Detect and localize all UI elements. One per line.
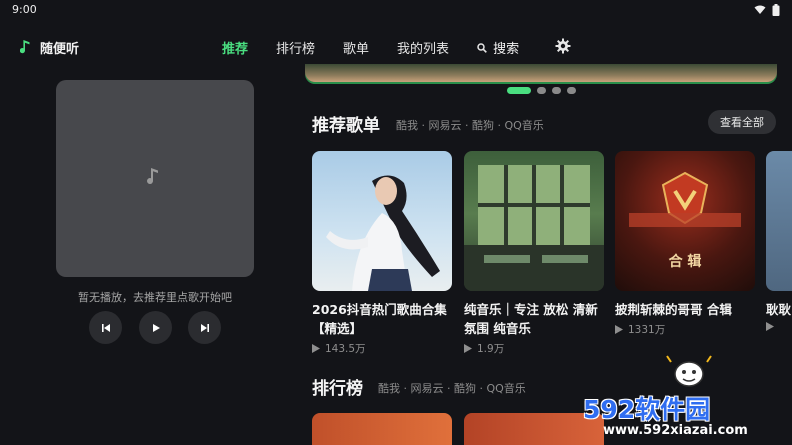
app-brand[interactable]: 随便听 bbox=[20, 38, 79, 57]
search-icon bbox=[477, 42, 487, 53]
playlist-title: 纯音乐｜专注 放松 清新 氛围 纯音乐 bbox=[464, 302, 598, 336]
status-bar: 9:00 bbox=[0, 0, 792, 20]
play-count-icon bbox=[464, 344, 472, 353]
next-button[interactable] bbox=[188, 311, 221, 344]
play-count-icon bbox=[312, 344, 320, 353]
chart-list bbox=[312, 413, 604, 445]
search-label: 搜索 bbox=[493, 42, 520, 57]
playlist-cover bbox=[766, 151, 792, 291]
playlist-title: 耿耿 bbox=[766, 302, 792, 317]
now-playing-artwork bbox=[56, 80, 254, 277]
battery-icon bbox=[772, 4, 780, 16]
banner-dot[interactable] bbox=[507, 87, 531, 94]
status-icons bbox=[754, 4, 780, 16]
play-count: 1331万 bbox=[628, 324, 666, 336]
banner-dot[interactable] bbox=[567, 87, 576, 94]
banner-dot[interactable] bbox=[552, 87, 561, 94]
view-all-button[interactable]: 查看全部 bbox=[708, 110, 776, 134]
status-time: 9:00 bbox=[12, 3, 37, 16]
playlist-cover bbox=[464, 151, 604, 291]
section-title-playlists: 推荐歌单 bbox=[312, 116, 380, 136]
playlist-card[interactable]: 耿耿 bbox=[766, 151, 792, 331]
chart-card[interactable] bbox=[312, 413, 452, 445]
chart-card[interactable] bbox=[464, 413, 604, 445]
skip-next-icon bbox=[200, 323, 209, 332]
play-count-icon bbox=[766, 322, 774, 331]
playlist-plays: 143.5万 bbox=[312, 341, 452, 356]
section-sources-charts: 酷我 · 网易云 · 酷狗 · QQ音乐 bbox=[378, 382, 526, 395]
playlist-cover bbox=[312, 151, 452, 291]
empty-playback-message: 暂无播放，去推荐里点歌开始吧 bbox=[78, 291, 232, 304]
playlist-cover: 合 辑 bbox=[615, 151, 755, 291]
wifi-icon bbox=[754, 5, 766, 14]
skip-previous-icon bbox=[101, 323, 110, 332]
app-name: 随便听 bbox=[40, 42, 80, 57]
search-button[interactable]: 搜索 bbox=[477, 38, 519, 57]
playlist-card[interactable]: 2026抖音热门歌曲合集【精选】 143.5万 bbox=[312, 151, 452, 356]
tab-charts[interactable]: 排行榜 bbox=[276, 38, 315, 57]
music-note-icon bbox=[147, 168, 158, 185]
top-navigation: 随便听 推荐 排行榜 歌单 我的列表 搜索 bbox=[0, 30, 792, 64]
playlist-plays: 1.9万 bbox=[464, 341, 604, 356]
playback-controls bbox=[89, 311, 223, 345]
previous-button[interactable] bbox=[89, 311, 122, 344]
banner-carousel[interactable] bbox=[305, 64, 777, 82]
section-sources-playlists: 酷我 · 网易云 · 酷狗 · QQ音乐 bbox=[396, 119, 544, 132]
tab-my-list[interactable]: 我的列表 bbox=[397, 38, 449, 57]
playlist-title: 2026抖音热门歌曲合集【精选】 bbox=[312, 302, 447, 336]
playlist-plays: 1331万 bbox=[615, 322, 755, 337]
playlist-card[interactable]: 纯音乐｜专注 放松 清新 氛围 纯音乐 1.9万 bbox=[464, 151, 604, 356]
cover-caption: 合 辑 bbox=[668, 254, 702, 270]
play-button[interactable] bbox=[139, 311, 172, 344]
tab-recommend[interactable]: 推荐 bbox=[222, 38, 248, 57]
playlist-card[interactable]: 合 辑 披荆斩棘的哥哥 合辑 1331万 bbox=[615, 151, 755, 337]
main-content: 推荐歌单 酷我 · 网易云 · 酷狗 · QQ音乐 查看全部 2026抖音热门歌… bbox=[300, 64, 792, 445]
playlist-plays bbox=[766, 322, 792, 331]
main-tabs: 推荐 排行榜 歌单 我的列表 搜索 bbox=[222, 38, 545, 57]
cover-classroom-illustration bbox=[464, 165, 604, 291]
tab-playlists[interactable]: 歌单 bbox=[343, 38, 369, 57]
music-note-icon bbox=[20, 40, 30, 54]
playlist-title: 披荆斩棘的哥哥 合辑 bbox=[615, 302, 732, 317]
play-count: 143.5万 bbox=[325, 343, 366, 355]
play-count-icon bbox=[615, 325, 623, 334]
banner-dot[interactable] bbox=[537, 87, 546, 94]
section-title-charts: 排行榜 bbox=[312, 379, 363, 399]
play-icon bbox=[152, 323, 160, 332]
play-count: 1.9万 bbox=[477, 343, 505, 355]
banner-indicators bbox=[507, 87, 576, 94]
gear-icon[interactable] bbox=[555, 38, 571, 54]
cover-girl-illustration bbox=[326, 175, 440, 291]
